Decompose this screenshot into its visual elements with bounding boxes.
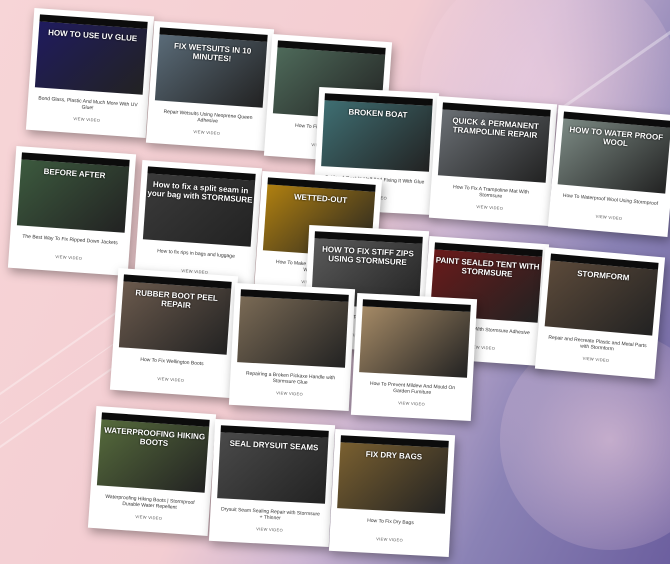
thumbnail-caption: PAINT SEALED TENT WITH STORMSURE bbox=[435, 255, 540, 279]
video-title: How To Fix A Trampoline Mat With Stormsu… bbox=[452, 184, 530, 200]
video-card[interactable]: How To Prevent Mildew And Mould On Garde… bbox=[350, 292, 478, 422]
view-video-button[interactable]: VIEW VIDEO bbox=[155, 374, 186, 385]
video-card[interactable]: HOW TO WATER PROOF WOOL How To Waterproof… bbox=[547, 105, 670, 237]
video-thumbnail[interactable]: FIX WETSUITS IN 10 MINUTES! bbox=[154, 27, 268, 108]
view-video-button[interactable]: VIEW VIDEO bbox=[374, 534, 404, 545]
video-title: How To Fix Wellington Boots bbox=[140, 356, 204, 368]
thumbnail-caption: HOW TO WATER PROOF WOOL bbox=[569, 125, 664, 149]
video-title: How To Prevent Mildew And Mould On Garde… bbox=[369, 380, 456, 396]
video-title: Repair Wetsuits Using Neoprene Queen Adh… bbox=[163, 108, 253, 125]
video-title: Bond Glass, Plastic And Much More With U… bbox=[38, 95, 138, 112]
video-card[interactable]: SEAL DRYSUIT SEAMS Drysuit Seam Sealing R… bbox=[208, 418, 336, 548]
view-video-button[interactable]: VIEW VIDEO bbox=[474, 202, 505, 213]
view-video-button[interactable]: VIEW VIDEO bbox=[53, 252, 84, 263]
thumbnail-caption: FIX WETSUITS IN 10 MINUTES! bbox=[173, 41, 252, 64]
video-title: Drysuit Seam Sealing Repair with Stormsu… bbox=[220, 506, 321, 522]
view-video-button[interactable]: VIEW VIDEO bbox=[71, 114, 102, 125]
view-video-button[interactable]: VIEW VIDEO bbox=[396, 398, 426, 409]
video-thumbnail[interactable]: SEAL DRYSUIT SEAMS bbox=[217, 425, 329, 504]
thumbnail-caption: HOW TO USE UV GLUE bbox=[47, 27, 138, 44]
video-title: Repair and Recreate Plastic and Metal Pa… bbox=[548, 334, 647, 353]
video-title: Waterproofing Hiking Boots | Stormproof … bbox=[105, 493, 195, 511]
video-card[interactable]: RUBBER BOOT PEEL REPAIR How To Fix Wellin… bbox=[109, 267, 239, 399]
video-card[interactable]: BEFORE AFTER The Best Way To Fix Ripped D… bbox=[7, 145, 137, 277]
video-title: How To Fix Dry Bags bbox=[367, 517, 414, 527]
video-thumbnail[interactable] bbox=[237, 289, 349, 368]
video-thumbnail[interactable]: RUBBER BOOT PEEL REPAIR bbox=[118, 274, 232, 355]
thumbnail-caption: QUICK & PERMANENT TRAMPOLINE REPAIR bbox=[452, 116, 540, 141]
thumbnail-caption: WATERPROOFING HIKING BOOTS bbox=[103, 425, 206, 449]
video-thumbnail[interactable]: BROKEN BOAT bbox=[321, 93, 433, 172]
video-card[interactable]: QUICK & PERMANENT TRAMPOLINE REPAIR How T… bbox=[428, 95, 558, 227]
thumbnail-caption: WETTED-OUT bbox=[293, 192, 348, 205]
thumbnail-caption: STORMFORM bbox=[576, 268, 630, 283]
video-thumbnail[interactable]: HOW TO WATER PROOF WOOL bbox=[557, 111, 670, 194]
video-thumbnail[interactable]: WATERPROOFING HIKING BOOTS bbox=[96, 412, 210, 493]
video-card[interactable]: HOW TO USE UV GLUE Bond Glass, Plastic An… bbox=[25, 7, 155, 139]
view-video-button[interactable]: VIEW VIDEO bbox=[581, 354, 612, 366]
view-video-button[interactable]: VIEW VIDEO bbox=[594, 212, 625, 224]
video-thumbnail[interactable]: FIX DRY BAGS bbox=[337, 435, 449, 514]
video-title: How to fix rips in bags and luggage bbox=[156, 248, 235, 260]
thumbnail-caption: HOW TO FIX STIFF ZIPS USING STORMSURE bbox=[321, 244, 415, 268]
video-title: Repairing a Broken Pickaxe Handle with S… bbox=[245, 370, 336, 386]
thumbnail-caption: How to fix a split seam in your bag with… bbox=[147, 179, 253, 205]
video-card[interactable]: STORMFORM Repair and Recreate Plastic and… bbox=[534, 247, 666, 379]
video-card[interactable]: FIX DRY BAGS How To Fix Dry Bags VIEW VIDE… bbox=[328, 428, 456, 558]
thumbnail-caption: SEAL DRYSUIT SEAMS bbox=[229, 438, 319, 453]
view-video-button[interactable]: VIEW VIDEO bbox=[254, 524, 284, 535]
thumbnail-caption: BROKEN BOAT bbox=[348, 107, 408, 120]
view-video-button[interactable]: VIEW VIDEO bbox=[133, 512, 164, 523]
thumbnail-caption: FIX DRY BAGS bbox=[365, 449, 423, 462]
thumbnail-caption bbox=[277, 53, 385, 61]
thumbnail-caption bbox=[240, 302, 348, 308]
view-video-button[interactable]: VIEW VIDEO bbox=[274, 388, 304, 399]
video-card[interactable]: Repairing a Broken Pickaxe Handle with S… bbox=[228, 282, 356, 412]
video-thumbnail[interactable]: STORMFORM bbox=[544, 253, 659, 336]
video-thumbnail[interactable]: BEFORE AFTER bbox=[16, 152, 130, 233]
view-video-button[interactable]: VIEW VIDEO bbox=[191, 127, 222, 138]
video-thumbnail[interactable]: How to fix a split seam in your bag with… bbox=[142, 166, 256, 247]
thumbnail-caption: BEFORE AFTER bbox=[43, 166, 106, 181]
video-title: How To Waterproof Wool Using Stormproof bbox=[562, 192, 659, 208]
video-title: The Best Way To Fix Ripped Down Jackets bbox=[22, 233, 118, 247]
video-card[interactable]: WATERPROOFING HIKING BOOTS Waterproofing … bbox=[87, 405, 217, 537]
video-thumbnail[interactable] bbox=[359, 299, 471, 378]
video-thumbnail[interactable]: HOW TO USE UV GLUE bbox=[34, 14, 148, 95]
video-card[interactable]: FIX WETSUITS IN 10 MINUTES! Repair Wetsui… bbox=[145, 20, 275, 152]
thumbnail-caption: RUBBER BOOT PEEL REPAIR bbox=[135, 288, 219, 311]
video-thumbnail[interactable]: QUICK & PERMANENT TRAMPOLINE REPAIR bbox=[437, 102, 551, 183]
thumbnail-caption bbox=[362, 312, 470, 318]
